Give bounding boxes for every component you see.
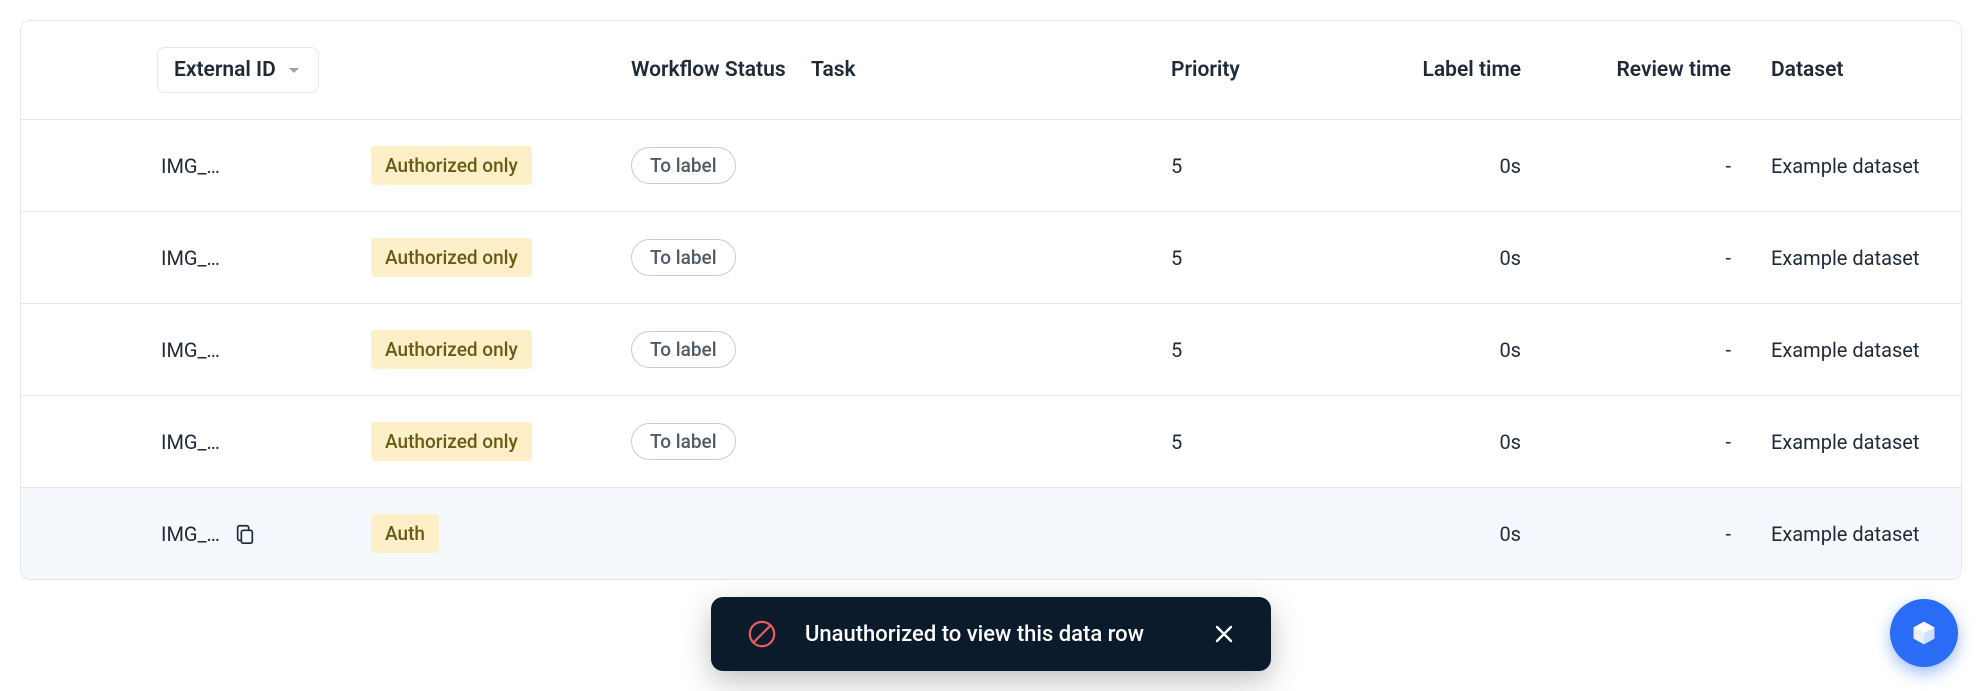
label-time-cell: 0s [1331,304,1541,396]
external-id-text: IMG_… [161,522,220,546]
data-table: External ID Workflow Status Task Priorit… [21,21,1961,579]
review-time-cell: - [1541,488,1751,580]
dataset-cell[interactable]: Example dataset [1751,396,1961,488]
review-time-cell: - [1541,304,1751,396]
task-cell [791,212,1151,304]
auth-chip: Authorized only [371,330,532,369]
auth-chip-cell: Authorized only [351,212,611,304]
external-id-text: IMG_… [161,154,220,178]
copy-icon[interactable] [234,523,256,545]
header-external-id[interactable]: External ID [141,21,611,120]
external-id-text: IMG_… [161,430,220,454]
task-cell [791,488,1151,580]
header-dataset[interactable]: Dataset [1751,21,1961,120]
auth-chip: Authorized only [371,146,532,185]
error-toast: Unauthorized to view this data row [711,597,1271,671]
external-id-cell[interactable]: IMG_… [141,488,351,580]
status-pill: To label [631,331,736,368]
external-id-text: IMG_… [161,338,220,362]
cube-icon [1909,618,1939,648]
priority-cell: 5 [1151,212,1331,304]
header-selection [21,21,141,120]
row-selection-cell[interactable] [21,304,141,396]
table-row[interactable]: IMG_… Authorized only To label 50s-Example … [21,120,1961,212]
workflow-status-cell [611,488,791,580]
table-row[interactable]: IMG_… Authorized only To label 50s-Example … [21,212,1961,304]
auth-chip-cell: Authorized only [351,120,611,212]
status-pill: To label [631,147,736,184]
header-review-time[interactable]: Review time [1541,21,1751,120]
review-time-cell: - [1541,396,1751,488]
header-external-id-label: External ID [174,58,276,82]
dataset-cell[interactable]: Example dataset [1751,488,1961,580]
task-cell [791,120,1151,212]
workflow-status-cell: To label [611,212,791,304]
row-selection-cell[interactable] [21,396,141,488]
priority-cell: 5 [1151,396,1331,488]
toast-message: Unauthorized to view this data row [805,622,1185,647]
auth-chip-cell: Auth [351,488,611,580]
dataset-cell[interactable]: Example dataset [1751,212,1961,304]
auth-chip: Auth [371,514,439,553]
task-cell [791,304,1151,396]
header-task[interactable]: Task [791,21,1151,120]
label-time-cell: 0s [1331,488,1541,580]
task-cell [791,396,1151,488]
external-id-cell[interactable]: IMG_… [141,212,351,304]
prohibited-icon [747,619,777,649]
help-fab[interactable] [1890,599,1958,667]
workflow-status-cell: To label [611,396,791,488]
label-time-cell: 0s [1331,396,1541,488]
priority-cell: 5 [1151,120,1331,212]
auth-chip: Authorized only [371,422,532,461]
external-id-cell[interactable]: IMG_… [141,304,351,396]
header-priority[interactable]: Priority [1151,21,1331,120]
status-pill: To label [631,423,736,460]
sort-desc-icon [286,62,302,78]
dataset-cell[interactable]: Example dataset [1751,120,1961,212]
external-id-cell[interactable]: IMG_… [141,396,351,488]
table-row[interactable]: IMG_… Authorized only To label 50s-Example … [21,304,1961,396]
label-time-cell: 0s [1331,120,1541,212]
table-header-row: External ID Workflow Status Task Priorit… [21,21,1961,120]
status-pill: To label [631,239,736,276]
header-label-time[interactable]: Label time [1331,21,1541,120]
review-time-cell: - [1541,212,1751,304]
priority-cell: 5 [1151,304,1331,396]
row-selection-cell[interactable] [21,212,141,304]
data-table-container: External ID Workflow Status Task Priorit… [20,20,1962,580]
workflow-status-cell: To label [611,120,791,212]
table-row[interactable]: IMG_… Auth 0s-Example dataset [21,488,1961,580]
external-id-cell[interactable]: IMG_… [141,120,351,212]
row-selection-cell[interactable] [21,488,141,580]
row-selection-cell[interactable] [21,120,141,212]
header-workflow-status[interactable]: Workflow Status [611,21,791,120]
auth-chip-cell: Authorized only [351,396,611,488]
external-id-text: IMG_… [161,246,220,270]
table-row[interactable]: IMG_… Authorized only To label 50s-Example … [21,396,1961,488]
auth-chip: Authorized only [371,238,532,277]
workflow-status-cell: To label [611,304,791,396]
priority-cell [1151,488,1331,580]
label-time-cell: 0s [1331,212,1541,304]
dataset-cell[interactable]: Example dataset [1751,304,1961,396]
toast-close-button[interactable] [1213,623,1235,645]
review-time-cell: - [1541,120,1751,212]
auth-chip-cell: Authorized only [351,304,611,396]
